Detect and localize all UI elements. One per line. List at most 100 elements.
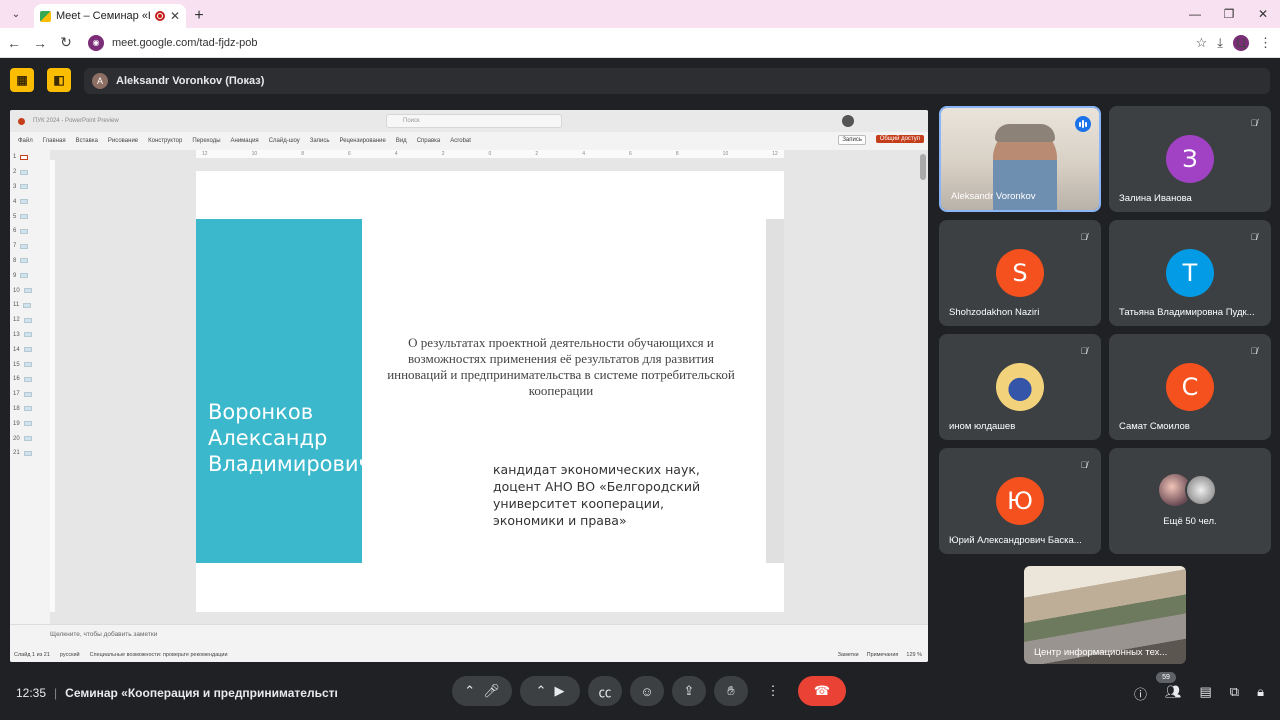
participant-avatar: С bbox=[1166, 363, 1214, 411]
activities-icon[interactable]: ⧉ bbox=[1230, 684, 1239, 703]
restore-icon[interactable]: ❐ bbox=[1212, 0, 1246, 28]
side-panel-buttons: ⓘ 👥︎ ▤ ⧉ 🔒︎ bbox=[1134, 684, 1264, 703]
mic-off-icon: 🎙̸ bbox=[1250, 118, 1258, 128]
browser-tab-meet[interactable]: Meet – Семинар «Коопер ✕ bbox=[34, 4, 186, 28]
emoji-button[interactable]: ☺ bbox=[630, 676, 664, 706]
omnibox[interactable]: ◉ meet.google.com/tad-fjdz-pob bbox=[84, 31, 1174, 55]
meet-favicon-icon bbox=[40, 10, 51, 22]
participant-video-hair bbox=[995, 124, 1055, 142]
participant-count-badge: 59 bbox=[1156, 672, 1176, 683]
mic-off-icon: 🎙̸ bbox=[1080, 460, 1088, 470]
participant-tile[interactable]: 🎙̸ S Shohzodakhon Naziri bbox=[939, 220, 1101, 326]
chat-icon[interactable]: ▤ bbox=[1199, 684, 1211, 703]
download-icon[interactable]: ⤓ bbox=[1217, 35, 1223, 51]
host-controls-icon[interactable]: 🔒︎ bbox=[1257, 684, 1264, 703]
ppt-menu-item: Вставка bbox=[75, 138, 98, 144]
participant-name: Shohzodakhon Naziri bbox=[949, 307, 1040, 318]
meeting-info: 12:35 | Семинар «Кооперация и предприним… bbox=[16, 686, 337, 700]
participant-tile[interactable]: 🎙̸ T Татьяна Владимировна Пудк... bbox=[1109, 220, 1271, 326]
ppt-menu-item: Рисование bbox=[107, 138, 139, 144]
mic-off-icon: 🎙̸ bbox=[1080, 346, 1088, 356]
slide-number: 5 bbox=[13, 213, 17, 220]
slide-thumbnail: 7 bbox=[10, 239, 50, 254]
raise-hand-button[interactable]: ✋︎ bbox=[714, 676, 748, 706]
minimize-icon[interactable]: — bbox=[1178, 0, 1212, 28]
close-tab-icon[interactable]: ✕ bbox=[170, 9, 180, 23]
self-view-tile[interactable]: Центр информационных тех... bbox=[1024, 566, 1186, 664]
ppt-menu-item: Рецензирование bbox=[339, 138, 386, 144]
slide-mini-preview bbox=[23, 362, 32, 368]
bookmark-star-icon[interactable]: ☆ bbox=[1196, 35, 1208, 51]
slide-thumbnail: 16 bbox=[10, 372, 50, 387]
participant-avatar: З bbox=[1166, 135, 1214, 183]
participant-tile[interactable]: 🎙̸ С Самат Смоилов bbox=[1109, 334, 1271, 440]
participant-tile-aleksandr[interactable]: Aleksandr Voronkov bbox=[939, 106, 1101, 212]
close-window-icon[interactable]: ✕ bbox=[1246, 0, 1280, 28]
ppt-menu-item: Acrobat bbox=[450, 138, 471, 144]
reload-icon[interactable]: ↻ bbox=[54, 31, 78, 55]
emoji-icon: ☺ bbox=[640, 683, 654, 699]
slide-number: 15 bbox=[13, 361, 20, 368]
slide-mini-preview bbox=[23, 332, 32, 338]
slide-thumbnail: 1 bbox=[10, 150, 50, 165]
more-options-button[interactable]: ⋮ bbox=[756, 676, 790, 706]
status-slide-count: Слайд 1 из 21 bbox=[14, 652, 50, 658]
mic-icon[interactable]: 🎤︎ bbox=[483, 683, 500, 699]
ppt-search-input: Поиск bbox=[386, 114, 562, 128]
participant-tile[interactable]: 🎙̸ Ю Юрий Александрович Баска... bbox=[939, 448, 1101, 554]
forward-icon[interactable]: → bbox=[28, 31, 52, 55]
slide-thumbnails: 1 2 3 4 5 6 7 8 9 10 11 12 13 14 15 16 17 18 19 20 21 bbox=[10, 150, 50, 624]
captions-button[interactable]: ㏄ bbox=[588, 676, 622, 706]
ppt-scrollbar bbox=[920, 154, 926, 180]
meet-bottom-bar: 12:35 | Семинар «Кооперация и предприним… bbox=[0, 672, 1280, 720]
raise-hand-icon: ✋︎ bbox=[727, 683, 735, 698]
slide-mini-preview bbox=[20, 169, 29, 175]
slide-thumbnail: 10 bbox=[10, 283, 50, 298]
call-controls: ⌃ 🎤︎ ⌃ ▶︎ ㏄ ☺ ⇪ ✋︎ ⋮ ☎︎ bbox=[452, 676, 846, 706]
chevron-up-icon[interactable]: ⌃ bbox=[464, 683, 475, 699]
tab-search-icon[interactable]: ⌄ bbox=[4, 2, 28, 26]
camera-button[interactable]: ⌃ ▶︎ bbox=[520, 676, 580, 706]
participant-name: Самат Смоилов bbox=[1119, 421, 1190, 432]
more-participants-tile[interactable]: Ещё 50 чел. bbox=[1109, 448, 1271, 554]
slide-gray-strip bbox=[766, 219, 784, 563]
presenter-label: Aleksandr Voronkov (Показ) bbox=[116, 75, 265, 87]
ppt-menu-item: Слайд-шоу bbox=[268, 138, 300, 144]
participant-tile[interactable]: 🎙̸ З Залина Иванова bbox=[1109, 106, 1271, 212]
participant-name: Татьяна Владимировна Пудк... bbox=[1119, 307, 1255, 318]
new-tab-button[interactable]: + bbox=[186, 4, 212, 28]
ppt-workspace: 1 2 3 4 5 6 7 8 9 10 11 12 13 14 15 16 17 18 19 20 21 12 10 8 6… bbox=[10, 150, 928, 624]
ppt-record-button: Запись bbox=[838, 135, 866, 145]
slide-mini-preview bbox=[20, 214, 29, 220]
slide-thumbnail: 15 bbox=[10, 357, 50, 372]
people-icon[interactable]: 👥︎ bbox=[1165, 684, 1182, 703]
microphone-button[interactable]: ⌃ 🎤︎ bbox=[452, 676, 512, 706]
layout-icon[interactable]: ◧ bbox=[47, 68, 71, 92]
slide-number: 1 bbox=[13, 154, 17, 161]
meeting-details-icon[interactable]: ⓘ bbox=[1134, 684, 1147, 703]
present-screen-icon: ⇪ bbox=[683, 683, 695, 698]
videocam-icon[interactable]: ▶︎ bbox=[554, 683, 564, 699]
leave-call-button[interactable]: ☎︎ bbox=[798, 676, 846, 706]
present-button[interactable]: ⇪ bbox=[672, 676, 706, 706]
slide-mini-preview bbox=[23, 436, 32, 442]
chevron-up-icon[interactable]: ⌃ bbox=[536, 683, 547, 699]
site-info-icon[interactable]: ◉ bbox=[88, 34, 104, 51]
participant-tile[interactable]: 🎙̸ ином юлдашев bbox=[939, 334, 1101, 440]
ppt-menu-item: Анимация bbox=[230, 138, 259, 144]
browser-menu-icon[interactable]: ⋮ bbox=[1259, 35, 1272, 51]
slide-number: 3 bbox=[13, 183, 17, 190]
call-end-icon: ☎︎ bbox=[813, 683, 831, 698]
slide-number: 13 bbox=[13, 331, 20, 338]
slide-mini-preview bbox=[20, 199, 29, 205]
address-bar-row: ← → ↻ ◉ meet.google.com/tad-fjdz-pob ☆ ⤓… bbox=[0, 28, 1280, 58]
window-controls: — ❐ ✕ bbox=[1178, 0, 1280, 28]
ppt-menu-item: Запись bbox=[309, 138, 330, 144]
profile-avatar[interactable]: Ц bbox=[1233, 34, 1249, 51]
vertical-ruler bbox=[50, 160, 55, 612]
slide-topic: О результатах проектной деятельности обу… bbox=[387, 335, 735, 398]
activities-icon[interactable]: ▦ bbox=[10, 68, 34, 92]
slide-mini-preview bbox=[20, 258, 29, 264]
back-icon[interactable]: ← bbox=[2, 31, 26, 55]
slide-mini-preview bbox=[23, 347, 32, 353]
